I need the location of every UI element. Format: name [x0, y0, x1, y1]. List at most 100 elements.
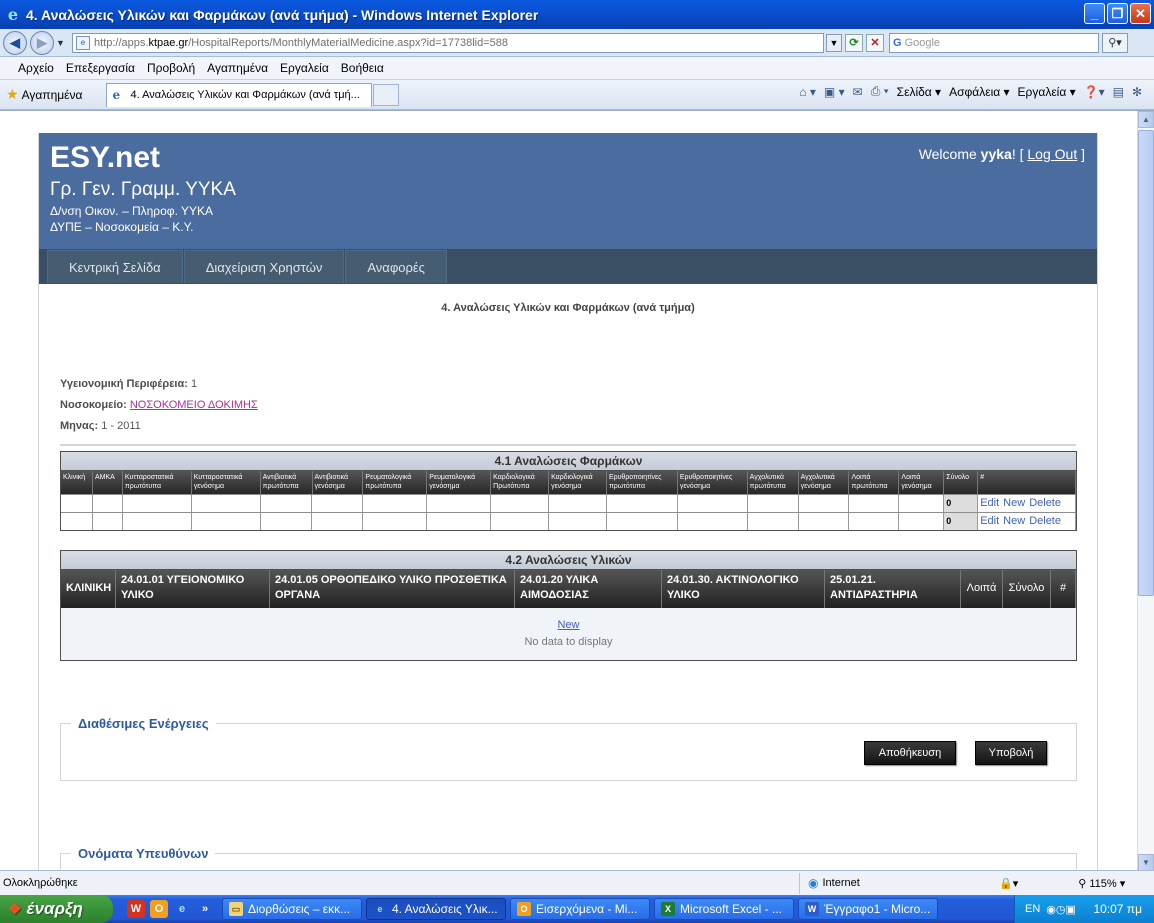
outlook-quick-icon[interactable]: O: [150, 900, 168, 918]
save-button[interactable]: Αποθήκευση: [864, 741, 956, 765]
ie-logo-icon: e: [7, 4, 19, 24]
scroll-thumb[interactable]: [1138, 130, 1154, 596]
new-tab-button[interactable]: [373, 83, 400, 106]
back-button[interactable]: ◀: [3, 30, 27, 55]
username: yyka: [980, 146, 1012, 162]
menu-file[interactable]: Αρχείο: [18, 61, 54, 75]
materials-col-header: 25.01.21. ΑΝΤΙΔΡΑΣΤΗΡΙΑ: [825, 570, 961, 608]
mail-icon[interactable]: ✉: [853, 85, 863, 99]
nav-home[interactable]: Κεντρική Σελίδα: [47, 250, 183, 283]
print-icon[interactable]: ⎙ ▾: [871, 84, 889, 99]
menu-bar: Αρχείο Επεξεργασία Προβολή Αγαπημένα Εργ…: [0, 57, 1154, 80]
table-cell: [899, 513, 945, 530]
materials-new-link[interactable]: New: [557, 619, 579, 631]
protected-mode-icon[interactable]: 🔒▾: [999, 877, 1018, 890]
report-title: 4. Αναλώσεις Υλικών και Φαρμάκων (ανά τμ…: [441, 302, 695, 314]
safety-menu[interactable]: Ασφάλεια ▾: [949, 85, 1009, 99]
url-input[interactable]: e http://apps. ktpae.gr/HospitalReports/M…: [72, 32, 824, 53]
materials-grid-header: ΚΛΙΝΙΚΗ 24.01.01 ΥΓΕΙΟΝΟΜΙΚΟ ΥΛΙΚΟ 24.01.0…: [61, 570, 1076, 608]
command-bar: ⌂ ▾ ▣ ▾ ✉ ⎙ ▾ Σελίδα ▾ Ασφάλεια ▾ Εργαλε…: [799, 84, 1142, 99]
nav-reports[interactable]: Αναφορές: [345, 250, 447, 283]
minimize-button[interactable]: _: [1084, 3, 1105, 24]
logout-link[interactable]: Log Out: [1027, 146, 1077, 162]
table-cell: [261, 495, 313, 512]
search-input[interactable]: G Google: [889, 32, 1099, 53]
no-data-text: No data to display: [524, 636, 613, 648]
forward-button[interactable]: ▶: [30, 30, 54, 55]
task-word[interactable]: W Έγγραφο1 - Micro...: [798, 898, 938, 920]
close-button[interactable]: ✕: [1130, 3, 1151, 24]
table-cell: [491, 495, 550, 512]
table-cell: [93, 513, 123, 530]
table-cell: [899, 495, 945, 512]
materials-grid: 4.2 Αναλώσεις Υλικών ΚΛΙΝΙΚΗ 24.01.01 ΥΓΕ…: [60, 550, 1077, 661]
row-actions: Edit New Delete: [978, 495, 1076, 512]
row-total: 0: [944, 513, 979, 530]
materials-col-header: 24.01.20 ΥΛΙΚΑ ΑΙΜΟΔΟΣΙΑΣ: [515, 570, 662, 608]
table-cell: [549, 495, 607, 512]
page-icon: e: [76, 35, 90, 50]
ie-task-icon: e: [377, 904, 383, 914]
window-title: 4. Αναλώσεις Υλικών και Φαρμάκων (ανά τμ…: [26, 6, 539, 23]
medicines-grid-caption: 4.1 Αναλώσεις Φαρμάκων: [61, 452, 1076, 471]
region-value: 1: [187, 378, 198, 390]
star-icon: ★: [6, 86, 19, 102]
divider: [60, 444, 1076, 446]
edit-link[interactable]: Edit: [980, 497, 999, 509]
table-cell: [363, 513, 428, 530]
menu-favorites[interactable]: Αγαπημένα: [207, 61, 268, 75]
refresh-icon[interactable]: ⟳: [845, 33, 863, 52]
task-folder[interactable]: ▭ Διορθώσεις – εκκ...: [222, 898, 362, 920]
hospital-link[interactable]: ΝΟΣΟΚΟΜΕΙΟ ΔΟΚΙΜΗΣ: [130, 399, 258, 411]
url-dropdown-icon[interactable]: ▼: [826, 33, 842, 52]
ie-tab-icon: e: [112, 88, 121, 102]
menu-view[interactable]: Προβολή: [147, 61, 195, 75]
table-cell: [363, 495, 428, 512]
start-button[interactable]: ❖ έναρξη: [0, 895, 113, 923]
org-line-1: Γρ. Γεν. Γραμμ. ΥΥΚΑ: [50, 179, 236, 200]
zoom-level[interactable]: ⚲ 115% ▾: [1078, 877, 1125, 890]
word-quick-icon[interactable]: W: [127, 900, 145, 918]
favorites-button[interactable]: ★ Αγαπημένα: [6, 86, 82, 103]
chevron-icon[interactable]: »: [196, 900, 214, 918]
word-icon: W: [805, 902, 819, 916]
delete-link[interactable]: Delete: [1029, 497, 1061, 509]
table-cell: [799, 495, 850, 512]
task-outlook[interactable]: O Εισερχόμενα - Mi...: [510, 898, 650, 920]
table-cell: [799, 513, 850, 530]
scroll-up-icon[interactable]: ▲: [1138, 111, 1154, 128]
task-excel[interactable]: X Microsoft Excel - ...: [654, 898, 794, 920]
page-menu[interactable]: Σελίδα ▾: [897, 85, 941, 99]
vertical-scrollbar[interactable]: ▲ ▼: [1137, 111, 1154, 870]
browser-tab[interactable]: e 4. Αναλώσεις Υλικών και Φαρμάκων (ανά …: [106, 82, 373, 107]
materials-col-header: 24.01.05 ΟΡΘΟΠΕΔΙΚΟ ΥΛΙΚΟ ΠΡΟΣΘΕΤΙΚΑ ΟΡΓ…: [270, 570, 515, 608]
edit-link[interactable]: Edit: [980, 515, 999, 527]
messenger-icon[interactable]: ✻: [1132, 85, 1142, 99]
stop-icon[interactable]: ✕: [866, 33, 884, 52]
table-row: 0 Edit New Delete: [61, 494, 1076, 512]
medicines-col-header: Λοιπά πρωτότυπα: [849, 471, 900, 494]
outlook-icon: O: [517, 902, 531, 916]
feeds-icon[interactable]: ▣ ▾: [824, 85, 845, 99]
research-icon[interactable]: ▤: [1113, 85, 1124, 99]
home-icon[interactable]: ⌂ ▾: [799, 85, 816, 99]
nav-user-management[interactable]: Διαχείριση Χρηστών: [183, 250, 345, 283]
menu-edit[interactable]: Επεξεργασία: [66, 61, 135, 75]
maximize-button[interactable]: ❐: [1107, 3, 1128, 24]
medicines-col-header: Αντιβιοτικά πρωτότυπα: [261, 471, 313, 494]
new-link[interactable]: New: [1003, 515, 1025, 527]
ie-quick-icon[interactable]: e: [173, 900, 191, 918]
delete-link[interactable]: Delete: [1029, 515, 1061, 527]
language-indicator[interactable]: EN: [1025, 903, 1040, 915]
tools-menu[interactable]: Εργαλεία ▾: [1018, 85, 1076, 99]
menu-help[interactable]: Βοήθεια: [341, 61, 384, 75]
scroll-down-icon[interactable]: ▼: [1138, 854, 1154, 870]
tray-icons[interactable]: ◉◷▣: [1046, 903, 1076, 916]
new-link[interactable]: New: [1003, 497, 1025, 509]
history-dropdown-icon[interactable]: ▼: [56, 38, 68, 48]
task-ie[interactable]: e 4. Αναλώσεις Υλικ...: [366, 898, 506, 920]
help-icon[interactable]: ❓▾: [1084, 85, 1105, 99]
menu-tools[interactable]: Εργαλεία: [280, 61, 329, 75]
search-button[interactable]: ⚲▾: [1102, 32, 1128, 53]
submit-button[interactable]: Υποβολή: [975, 741, 1047, 765]
